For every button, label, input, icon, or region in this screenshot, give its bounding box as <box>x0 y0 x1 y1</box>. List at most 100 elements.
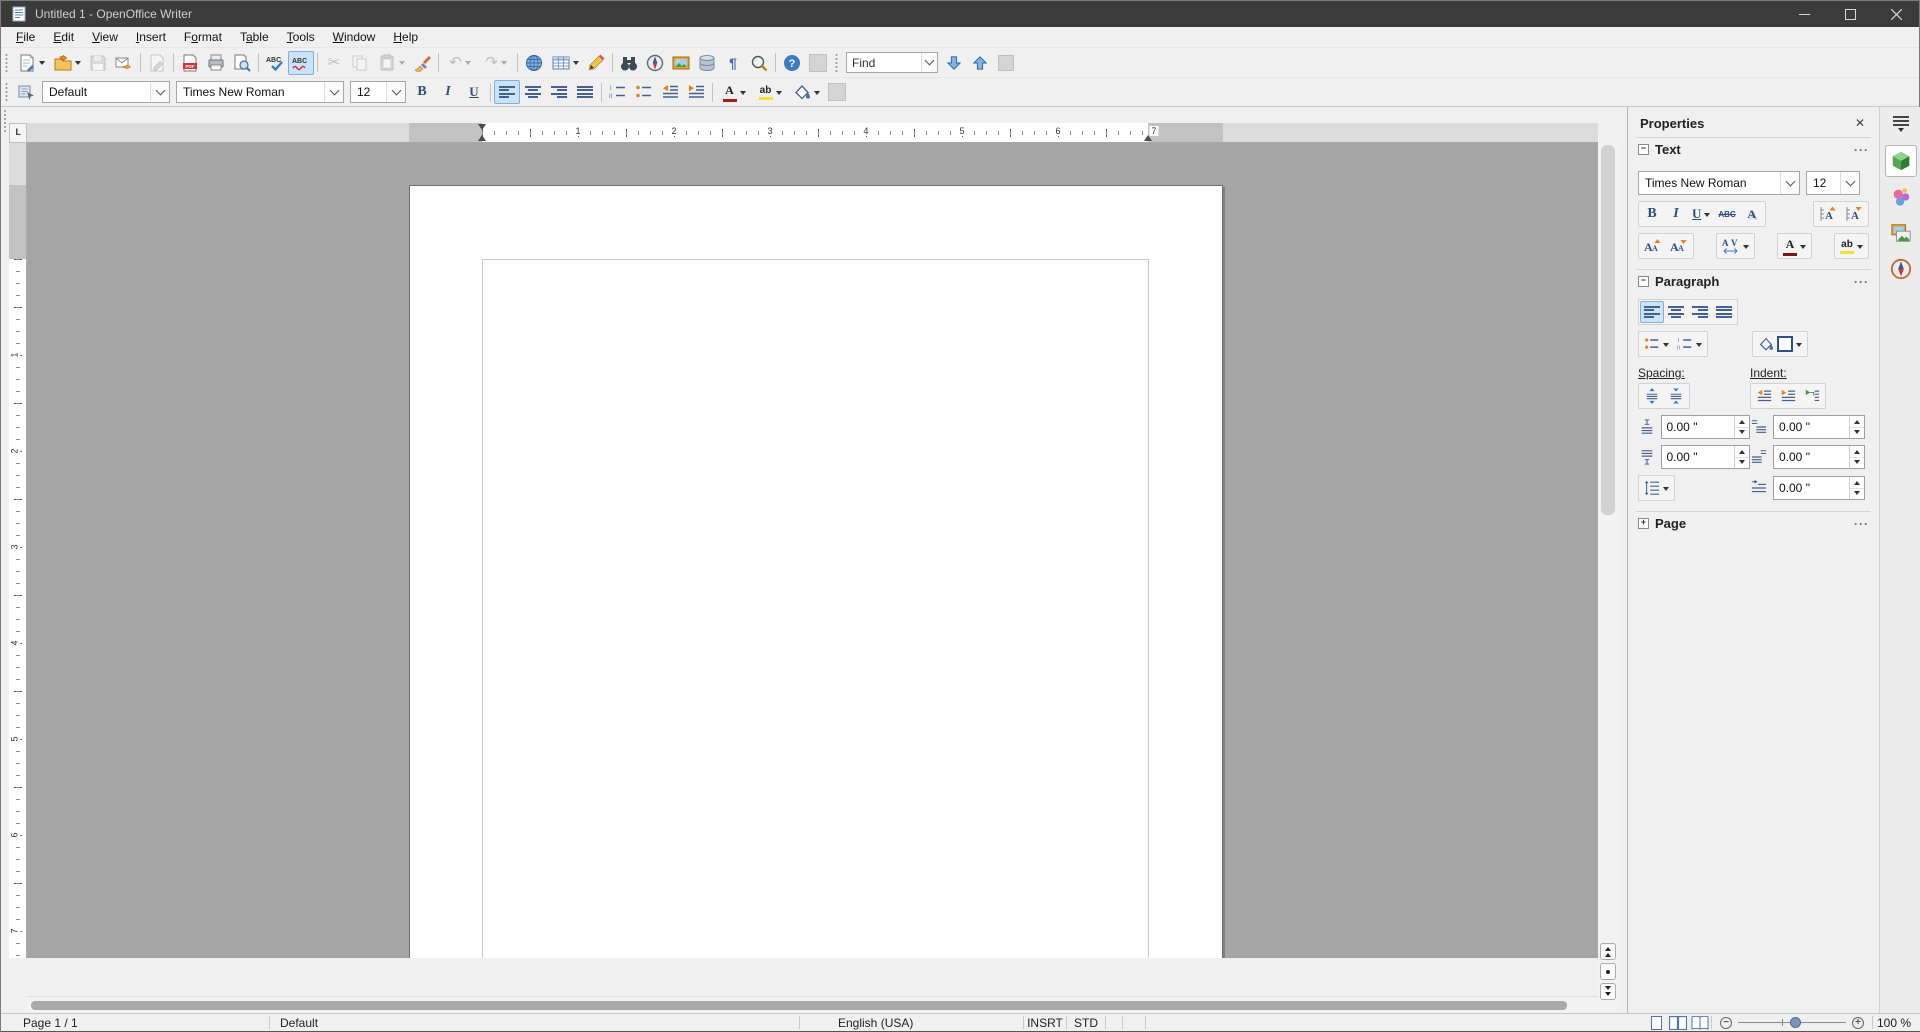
spinner-arrows[interactable] <box>1849 416 1864 438</box>
sidebar-font-color-button[interactable]: A <box>1779 235 1810 257</box>
spinner-arrows[interactable] <box>1734 446 1749 468</box>
justify-button[interactable] <box>572 80 598 104</box>
sidebar-font-name-select[interactable]: Times New Roman <box>1638 171 1800 195</box>
insert-mode-cell[interactable]: INSRT <box>1024 1014 1066 1031</box>
sidebar-align-left-button[interactable] <box>1640 301 1664 323</box>
navigation-dot-button[interactable] <box>1600 963 1616 980</box>
decrease-paragraph-spacing-button[interactable] <box>1664 385 1688 407</box>
menu-file[interactable]: File <box>7 28 44 46</box>
view-single-page-button[interactable] <box>1645 1014 1667 1032</box>
zoom-out-button[interactable]: − <box>1720 1017 1732 1029</box>
close-button[interactable] <box>1873 1 1919 27</box>
size-dropdown-button[interactable] <box>386 82 405 102</box>
below-paragraph-spacing-input[interactable]: 0.00 " <box>1661 445 1751 469</box>
sidebar-numbering-button[interactable]: III <box>1673 333 1706 355</box>
before-text-indent-input[interactable]: 0.00 " <box>1773 415 1865 439</box>
decrease-font-size-button[interactable]: AA <box>1666 235 1692 257</box>
paragraph-background-button[interactable] <box>1754 333 1806 355</box>
toolbar-grip[interactable] <box>4 54 9 72</box>
tab-navigator[interactable] <box>1885 253 1917 285</box>
page-section-header[interactable]: + Page ··· <box>1636 511 1871 535</box>
styles-formatting-button[interactable] <box>13 80 39 104</box>
next-page-button[interactable] <box>1600 983 1616 1000</box>
spinner-arrows[interactable] <box>1849 477 1864 499</box>
spinner-arrows[interactable] <box>1849 446 1864 468</box>
right-indent-marker[interactable] <box>1144 131 1152 141</box>
vertical-scrollbar[interactable] <box>1598 143 1618 1013</box>
copy-button[interactable] <box>347 51 373 75</box>
zoom-button[interactable] <box>746 51 772 75</box>
find-next-button[interactable] <box>941 51 967 75</box>
vertical-scrollbar-thumb[interactable] <box>1601 145 1615 515</box>
language-cell[interactable]: English (USA) <box>800 1014 1023 1031</box>
align-center-button[interactable] <box>520 80 546 104</box>
view-book-button[interactable] <box>1689 1014 1711 1032</box>
help-button[interactable]: ? <box>779 51 805 75</box>
draw-functions-button[interactable] <box>583 51 609 75</box>
page-number-cell[interactable]: Page 1 / 1 <box>1 1014 269 1031</box>
numbering-button[interactable]: III <box>605 80 631 104</box>
email-document-button[interactable] <box>111 51 137 75</box>
insert-table-button[interactable] <box>547 51 583 75</box>
horizontal-scrollbar-thumb[interactable] <box>31 1001 1567 1010</box>
background-color-button[interactable] <box>788 80 824 104</box>
text-section-header[interactable]: − Text ··· <box>1636 137 1871 161</box>
cut-button[interactable]: ✂ <box>321 51 347 75</box>
tab-gallery[interactable] <box>1885 217 1917 249</box>
sidebar-align-center-button[interactable] <box>1664 301 1688 323</box>
paragraph-section-header[interactable]: − Paragraph ··· <box>1636 269 1871 293</box>
close-sidebar-button[interactable]: ✕ <box>1851 116 1869 130</box>
spellcheck-button[interactable]: ABC <box>262 51 288 75</box>
paragraph-style-select[interactable]: Default <box>42 81 170 103</box>
zoom-slider[interactable] <box>1738 1016 1846 1029</box>
horizontal-ruler[interactable]: 1 2 3 4 5 6 7 <box>27 123 1598 143</box>
hyperlink-button[interactable] <box>521 51 547 75</box>
increase-indent-button[interactable] <box>683 80 709 104</box>
text-section-more-button[interactable]: ··· <box>1854 143 1869 157</box>
sidebar-decrease-indent-button[interactable] <box>1776 385 1800 407</box>
menu-format[interactable]: Format <box>175 28 231 46</box>
spinner-arrows[interactable] <box>1734 416 1749 438</box>
page-style-cell[interactable]: Default <box>270 1014 799 1031</box>
bullets-button[interactable] <box>631 80 657 104</box>
increase-spacing-button[interactable]: A <box>1815 203 1841 225</box>
print-button[interactable] <box>203 51 229 75</box>
edit-file-button[interactable] <box>144 51 170 75</box>
find-replace-button[interactable] <box>616 51 642 75</box>
sidebar-align-right-button[interactable] <box>1688 301 1712 323</box>
zoom-in-button[interactable]: + <box>1852 1017 1864 1029</box>
sidebar-bold-button[interactable]: B <box>1640 203 1664 225</box>
tab-stop-selector[interactable]: L <box>9 123 27 143</box>
minimize-button[interactable] <box>1781 1 1827 27</box>
bold-button[interactable]: B <box>409 80 435 104</box>
collapse-icon[interactable]: − <box>1638 144 1649 155</box>
menu-tools[interactable]: Tools <box>278 28 324 46</box>
navigator-button[interactable] <box>642 51 668 75</box>
find-combobox[interactable] <box>846 52 938 73</box>
shadow-button[interactable]: A <box>1740 203 1764 225</box>
strikethrough-button[interactable]: ABC <box>1714 203 1739 225</box>
zoom-slider-handle[interactable] <box>1790 1017 1801 1028</box>
above-paragraph-spacing-input[interactable]: 0.00 " <box>1661 415 1751 439</box>
maximize-button[interactable] <box>1827 1 1873 27</box>
align-left-button[interactable] <box>494 80 520 104</box>
toolbar-grip[interactable] <box>4 83 9 101</box>
autospellcheck-toggle[interactable]: ABC <box>288 51 314 75</box>
after-text-indent-input[interactable]: 0.00 " <box>1773 445 1865 469</box>
increase-paragraph-spacing-button[interactable] <box>1640 385 1664 407</box>
find-toolbar-grip[interactable] <box>834 54 839 72</box>
style-dropdown-button[interactable] <box>150 82 169 102</box>
redo-button[interactable]: ↷ <box>478 51 514 75</box>
italic-button[interactable]: I <box>435 80 461 104</box>
font-name-select[interactable]: Times New Roman <box>176 81 344 103</box>
clone-formatting-button[interactable] <box>409 51 435 75</box>
sidebar-italic-button[interactable]: I <box>1664 203 1688 225</box>
sidebar-justify-button[interactable] <box>1712 301 1736 323</box>
switch-indent-button[interactable] <box>1800 385 1824 407</box>
menu-help[interactable]: Help <box>384 28 427 46</box>
nonprinting-characters-button[interactable]: ¶ <box>720 51 746 75</box>
character-spacing-button[interactable]: AV <box>1718 235 1753 257</box>
decrease-indent-button[interactable] <box>657 80 683 104</box>
sidebar-font-size-select[interactable]: 12 <box>1806 171 1860 195</box>
previous-page-button[interactable] <box>1600 943 1616 960</box>
